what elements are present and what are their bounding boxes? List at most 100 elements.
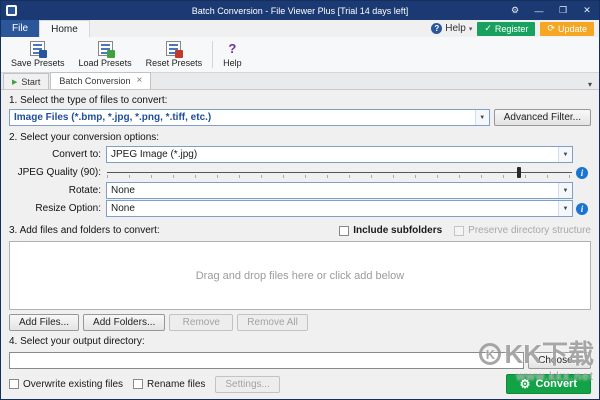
check-icon: ✓ — [484, 24, 492, 33]
combo-arrow-icon[interactable]: ▼ — [558, 183, 572, 198]
tab-start[interactable]: ▶ Start — [3, 73, 49, 89]
combo-arrow-icon[interactable]: ▼ — [558, 147, 572, 162]
load-presets-label: Load Presets — [79, 58, 132, 68]
rotate-value: None — [111, 185, 135, 196]
rotate-label: Rotate: — [9, 185, 106, 196]
resize-option-select[interactable]: None ▼ — [106, 200, 573, 217]
slider-track[interactable] — [107, 172, 572, 173]
checkbox-box[interactable] — [133, 379, 143, 389]
add-files-button[interactable]: Add Files... — [9, 314, 79, 331]
resize-option-label: Resize Option: — [9, 203, 106, 214]
rename-files-checkbox[interactable]: Rename files — [133, 379, 205, 390]
slider-handle[interactable] — [517, 167, 521, 178]
update-button[interactable]: ⟳ Update — [540, 22, 594, 36]
tab-batch-conversion-label: Batch Conversion — [59, 76, 130, 86]
load-presets-button[interactable]: Load Presets — [72, 38, 139, 71]
tab-home[interactable]: Home — [39, 20, 90, 37]
help-dropdown[interactable]: ? Help ▾ — [431, 23, 472, 34]
tab-start-label: Start — [21, 77, 40, 87]
reset-presets-button[interactable]: Reset Presets — [139, 38, 210, 71]
settings-gear-icon[interactable]: ⚙ — [503, 1, 527, 20]
resize-info-icon[interactable]: i — [576, 203, 588, 215]
advanced-filter-button[interactable]: Advanced Filter... — [494, 109, 591, 126]
rotate-row: Rotate: None ▼ — [9, 182, 591, 199]
section3-header: 3. Add files and folders to convert: Inc… — [9, 223, 591, 238]
include-subfolders-checkbox[interactable]: Include subfolders — [339, 225, 442, 236]
ribbon-tabbar: File Home ? Help ▾ ✓ Register ⟳ Update — [1, 20, 599, 37]
section4-title: 4. Select your output directory: — [9, 336, 591, 347]
help-button[interactable]: ? Help — [216, 38, 249, 71]
toolbar-separator — [212, 41, 213, 68]
load-presets-icon — [98, 41, 113, 56]
convert-gear-icon: ⚙ — [520, 378, 531, 390]
convert-button-label: Convert — [535, 378, 577, 390]
document-tabstrip: ▶ Start Batch Conversion × ▾ — [1, 73, 599, 90]
remove-all-button: Remove All — [237, 314, 308, 331]
slider-ticks — [107, 175, 572, 178]
convert-to-select[interactable]: JPEG Image (*.jpg) ▼ — [106, 146, 573, 163]
file-drop-zone[interactable]: Drag and drop files here or click add be… — [9, 241, 591, 310]
window-title: Batch Conversion - File Viewer Plus [Tri… — [192, 6, 409, 16]
help-question-icon: ? — [431, 23, 442, 34]
combo-arrow-icon[interactable]: ▼ — [558, 201, 572, 216]
tab-list-caret-icon[interactable]: ▾ — [583, 80, 597, 89]
register-button-label: Register — [495, 24, 529, 34]
save-presets-label: Save Presets — [11, 58, 65, 68]
convert-to-label: Convert to: — [9, 149, 106, 160]
checkbox-box[interactable] — [339, 226, 349, 236]
rename-files-label: Rename files — [147, 379, 205, 390]
update-button-label: Update — [558, 24, 587, 34]
overwrite-existing-label: Overwrite existing files — [23, 379, 123, 390]
convert-button[interactable]: ⚙ Convert — [506, 374, 591, 394]
rotate-select[interactable]: None ▼ — [106, 182, 573, 199]
add-folders-button[interactable]: Add Folders... — [83, 314, 165, 331]
overwrite-existing-checkbox[interactable]: Overwrite existing files — [9, 379, 123, 390]
minimize-button[interactable]: — — [527, 1, 551, 20]
close-button[interactable]: ✕ — [575, 1, 599, 20]
quality-info-icon[interactable]: i — [576, 167, 588, 179]
preserve-structure-checkbox: Preserve directory structure — [454, 225, 591, 236]
resize-option-value: None — [111, 203, 135, 214]
save-presets-icon — [30, 41, 45, 56]
help-icon: ? — [228, 42, 236, 56]
ribbon-right-buttons: ? Help ▾ ✓ Register ⟳ Update — [431, 20, 599, 37]
output-directory-input[interactable] — [9, 352, 524, 369]
section2-title: 2. Select your conversion options: — [9, 132, 591, 143]
convert-to-row: Convert to: JPEG Image (*.jpg) ▼ — [9, 146, 591, 163]
section1-title: 1. Select the type of files to convert: — [9, 95, 591, 106]
window-controls: ⚙ — ❐ ✕ — [503, 1, 599, 20]
help-button-label: Help — [223, 58, 242, 68]
choose-button[interactable]: Choose... — [528, 352, 591, 369]
jpeg-quality-slider[interactable] — [106, 165, 573, 180]
jpeg-quality-row: JPEG Quality (90): i — [9, 164, 591, 181]
start-play-icon: ▶ — [12, 78, 17, 86]
jpeg-quality-label: JPEG Quality (90): — [9, 167, 106, 178]
main-content: 1. Select the type of files to convert: … — [1, 90, 599, 399]
save-presets-button[interactable]: Save Presets — [4, 38, 72, 71]
preserve-structure-label: Preserve directory structure — [468, 225, 591, 236]
include-subfolders-label: Include subfolders — [353, 225, 442, 236]
settings-button: Settings... — [215, 376, 279, 393]
footer-row: Overwrite existing files Rename files Se… — [9, 374, 591, 394]
checkbox-box[interactable] — [9, 379, 19, 389]
app-window: Batch Conversion - File Viewer Plus [Tri… — [0, 0, 600, 400]
checkbox-box — [454, 226, 464, 236]
maximize-button[interactable]: ❐ — [551, 1, 575, 20]
resize-option-row: Resize Option: None ▼ i — [9, 200, 591, 217]
reset-presets-label: Reset Presets — [146, 58, 203, 68]
section3-title: 3. Add files and folders to convert: — [9, 225, 160, 236]
tab-file[interactable]: File — [1, 20, 39, 37]
output-directory-row: Choose... — [9, 352, 591, 369]
register-button[interactable]: ✓ Register — [477, 22, 535, 36]
combo-arrow-icon[interactable]: ▼ — [475, 110, 489, 125]
tab-batch-conversion[interactable]: Batch Conversion × — [50, 72, 151, 89]
remove-button: Remove — [169, 314, 233, 331]
help-dropdown-label: Help — [445, 23, 466, 34]
app-icon — [6, 5, 17, 16]
file-type-select[interactable]: Image Files (*.bmp, *.jpg, *.png, *.tiff… — [9, 109, 490, 126]
convert-to-value: JPEG Image (*.jpg) — [111, 149, 197, 160]
tab-close-icon[interactable]: × — [134, 76, 142, 86]
chevron-down-icon: ▾ — [469, 25, 473, 33]
drop-zone-hint: Drag and drop files here or click add be… — [196, 270, 405, 282]
reset-presets-icon — [166, 41, 181, 56]
